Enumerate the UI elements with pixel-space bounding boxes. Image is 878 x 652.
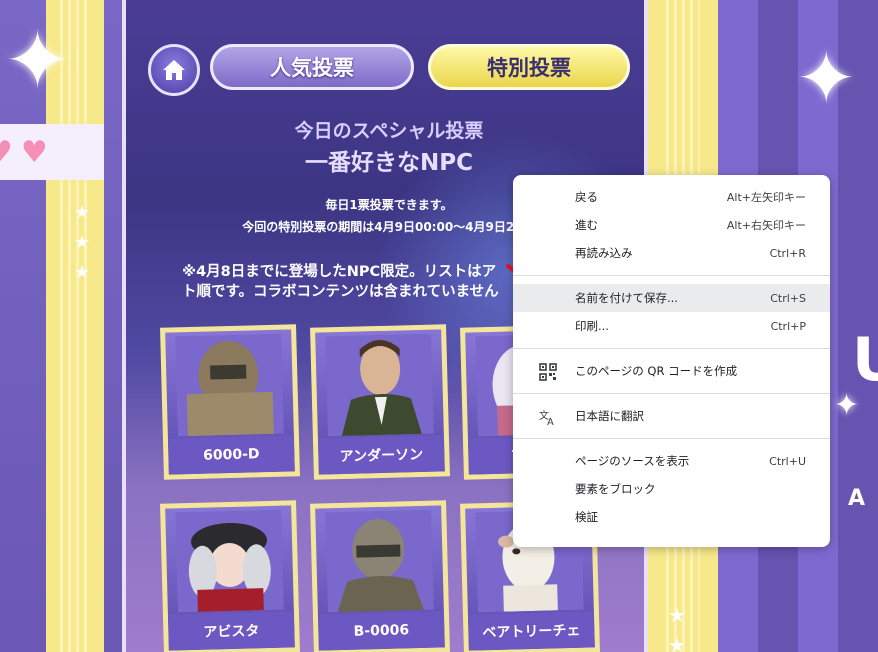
tab-popular-vote[interactable]: 人気投票 bbox=[210, 44, 414, 90]
menu-item-reload[interactable]: 再読み込み Ctrl+R bbox=[513, 239, 830, 267]
svg-text:A: A bbox=[547, 417, 554, 426]
decorative-letter: A bbox=[848, 486, 866, 511]
menu-item-forward[interactable]: 進む Alt+右矢印キー bbox=[513, 211, 830, 239]
vote-subtitle: 今日のスペシャル投票 bbox=[294, 120, 484, 142]
translate-icon: 文 A bbox=[539, 408, 557, 426]
menu-separator bbox=[513, 393, 830, 394]
menu-item-save-as[interactable]: 名前を付けて保存... Ctrl+S bbox=[513, 284, 830, 312]
menu-separator bbox=[513, 438, 830, 439]
menu-item-create-qr[interactable]: このページの QR コードを作成 bbox=[513, 357, 830, 385]
menu-item-back[interactable]: 戻る Alt+左矢印キー bbox=[513, 183, 830, 211]
npc-name: 6000-D bbox=[167, 435, 295, 475]
npc-portrait bbox=[325, 509, 434, 613]
npc-card[interactable]: アンダーソン bbox=[310, 324, 450, 480]
sparkle-icon: ✦ bbox=[796, 36, 857, 120]
menu-separator bbox=[513, 275, 830, 276]
npc-portrait bbox=[175, 333, 284, 437]
menu-item-shortcut: Ctrl+P bbox=[770, 319, 806, 333]
decorative-letters: U A bbox=[848, 325, 878, 511]
menu-item-label: このページの QR コードを作成 bbox=[575, 364, 738, 378]
npc-name: アビスタ bbox=[167, 611, 295, 651]
star-icons: ★ ★ bbox=[668, 603, 686, 652]
menu-item-translate[interactable]: 文 A 日本語に翻訳 bbox=[513, 402, 830, 430]
menu-item-shortcut: Ctrl+S bbox=[770, 291, 806, 305]
npc-name: ベアトリーチェ bbox=[467, 611, 595, 651]
menu-item-inspect[interactable]: 検証 bbox=[513, 503, 830, 531]
menu-item-label: 要素をブロック bbox=[575, 482, 656, 496]
menu-separator bbox=[513, 348, 830, 349]
menu-item-shortcut: Alt+左矢印キー bbox=[726, 191, 806, 204]
menu-item-label: 検証 bbox=[575, 510, 598, 524]
menu-item-block-element[interactable]: 要素をブロック bbox=[513, 475, 830, 503]
vote-title: 一番好きなNPC bbox=[305, 150, 473, 176]
menu-item-label: 日本語に翻訳 bbox=[575, 409, 644, 423]
home-icon bbox=[163, 60, 185, 80]
heart-icon: ♥ bbox=[20, 134, 48, 170]
menu-item-print[interactable]: 印刷... Ctrl+P bbox=[513, 312, 830, 340]
npc-name: B-0006 bbox=[317, 611, 445, 651]
sparkle-icon: ✦ bbox=[4, 14, 72, 107]
heart-icon: ♥ bbox=[0, 135, 13, 170]
star-icons: ★ ★ ★ bbox=[74, 202, 91, 283]
menu-item-shortcut: Ctrl+U bbox=[769, 454, 806, 468]
home-button[interactable] bbox=[148, 44, 200, 96]
notice-line: ト順です。コラボコンテンツは含まれていません bbox=[182, 284, 499, 300]
npc-card[interactable]: B-0006 bbox=[310, 500, 450, 652]
menu-item-view-source[interactable]: ページのソースを表示 Ctrl+U bbox=[513, 447, 830, 475]
context-menu: 戻る Alt+左矢印キー 進む Alt+右矢印キー 再読み込み Ctrl+R 名… bbox=[513, 175, 830, 547]
npc-card[interactable]: 6000-D bbox=[160, 324, 300, 480]
qr-code-icon bbox=[539, 363, 557, 381]
decorative-letter: U bbox=[852, 325, 878, 395]
heart-strip: ♥ ♥ bbox=[0, 124, 104, 180]
npc-portrait bbox=[175, 509, 284, 613]
notice-line: ※4月8日までに登場したNPC限定。リストはア bbox=[182, 264, 497, 280]
npc-portrait bbox=[325, 333, 434, 437]
npc-card[interactable]: アビスタ bbox=[160, 500, 300, 652]
tab-special-vote[interactable]: 特別投票 bbox=[428, 44, 630, 90]
menu-item-shortcut: Ctrl+R bbox=[769, 246, 806, 260]
menu-item-shortcut: Alt+右矢印キー bbox=[726, 219, 806, 232]
npc-name: アンダーソン bbox=[317, 435, 445, 475]
